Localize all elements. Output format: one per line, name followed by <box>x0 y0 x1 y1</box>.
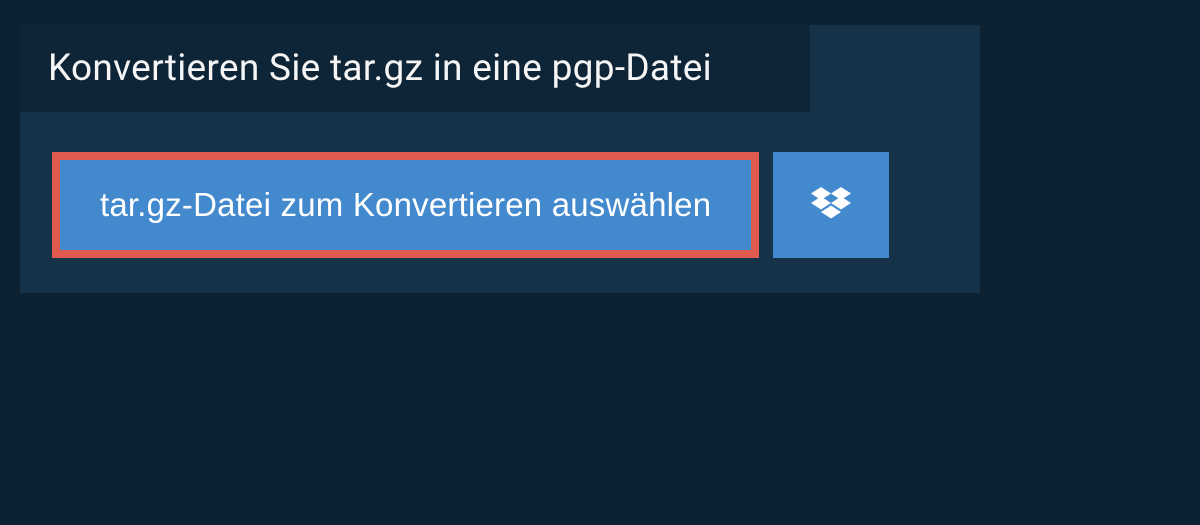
title-bar: Konvertieren Sie tar.gz in eine pgp-Date… <box>20 25 810 112</box>
select-file-button[interactable]: tar.gz-Datei zum Konvertieren auswählen <box>60 160 751 250</box>
button-row: tar.gz-Datei zum Konvertieren auswählen <box>20 112 980 258</box>
converter-panel: Konvertieren Sie tar.gz in eine pgp-Date… <box>20 25 980 293</box>
dropbox-upload-button[interactable] <box>773 152 889 258</box>
page-title: Konvertieren Sie tar.gz in eine pgp-Date… <box>48 47 782 90</box>
dropbox-icon <box>811 187 851 223</box>
select-file-highlight-frame: tar.gz-Datei zum Konvertieren auswählen <box>52 152 759 258</box>
select-file-label: tar.gz-Datei zum Konvertieren auswählen <box>100 186 711 224</box>
